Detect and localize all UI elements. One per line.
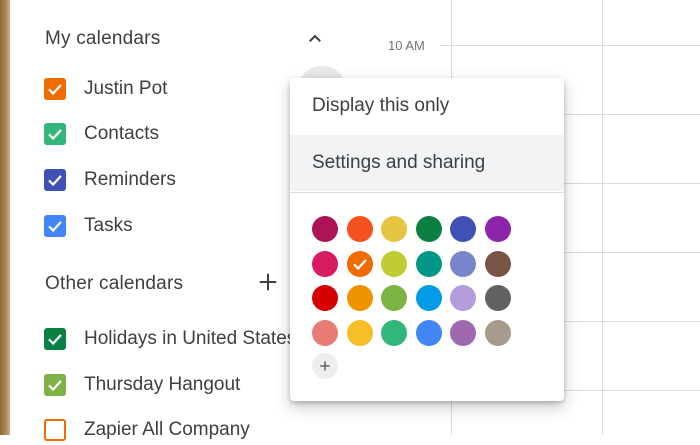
calendar-checkbox[interactable] xyxy=(44,123,66,145)
calendar-label: Holidays in United States xyxy=(84,328,297,349)
check-icon xyxy=(48,129,62,141)
color-swatch[interactable] xyxy=(381,216,407,242)
chevron-up-icon xyxy=(309,34,321,42)
calendar-label: Tasks xyxy=(84,215,133,236)
color-swatch[interactable] xyxy=(415,250,442,277)
hour-line xyxy=(564,252,700,253)
add-custom-color-button[interactable] xyxy=(312,353,338,379)
color-swatch[interactable] xyxy=(312,216,338,242)
calendar-item-contacts[interactable]: Contacts xyxy=(44,119,159,149)
color-swatch[interactable] xyxy=(346,250,373,277)
color-swatch[interactable] xyxy=(312,285,338,311)
color-swatch[interactable] xyxy=(346,216,373,242)
calendar-checkbox[interactable] xyxy=(44,374,66,396)
hour-line xyxy=(564,114,700,115)
color-swatch[interactable] xyxy=(450,250,476,277)
color-swatch[interactable] xyxy=(450,319,476,346)
color-swatch[interactable] xyxy=(415,285,442,311)
calendar-item-zapier[interactable]: Zapier All Company xyxy=(44,415,250,445)
plus-icon xyxy=(259,273,277,291)
hour-line xyxy=(440,45,700,46)
color-swatch[interactable] xyxy=(381,285,407,311)
check-icon xyxy=(48,380,62,392)
color-swatch[interactable] xyxy=(312,319,338,346)
menu-divider xyxy=(290,192,564,193)
calendar-label: Contacts xyxy=(84,123,159,144)
hour-line xyxy=(564,321,700,322)
color-swatch[interactable] xyxy=(381,319,407,346)
my-calendars-title: My calendars xyxy=(45,28,161,49)
color-swatch[interactable] xyxy=(450,216,476,242)
calendar-item-justin-pot[interactable]: Justin Pot xyxy=(44,74,167,104)
color-swatch[interactable] xyxy=(484,319,511,346)
calendar-item-tasks[interactable]: Tasks xyxy=(44,211,133,241)
calendar-label: Thursday Hangout xyxy=(84,374,241,395)
time-label: 10 AM xyxy=(388,38,425,53)
color-swatch[interactable] xyxy=(450,285,476,311)
hour-line xyxy=(564,183,700,184)
calendar-checkbox[interactable] xyxy=(44,169,66,191)
color-swatch[interactable] xyxy=(312,250,338,277)
add-other-calendar-button[interactable] xyxy=(253,267,283,297)
color-swatch[interactable] xyxy=(484,250,511,277)
display-this-only-item[interactable]: Display this only xyxy=(290,78,564,134)
calendar-checkbox[interactable] xyxy=(44,78,66,100)
calendar-checkbox[interactable] xyxy=(44,328,66,350)
settings-and-sharing-item[interactable]: Settings and sharing xyxy=(290,135,564,191)
check-icon xyxy=(48,334,62,346)
color-swatch[interactable] xyxy=(415,216,442,242)
calendar-item-thursday-hangout[interactable]: Thursday Hangout xyxy=(44,370,240,400)
hour-line xyxy=(564,390,700,391)
check-icon xyxy=(352,258,367,270)
check-icon xyxy=(48,175,62,187)
calendar-item-holidays[interactable]: Holidays in United States xyxy=(44,324,296,354)
color-swatch[interactable] xyxy=(484,216,511,242)
calendar-label: Reminders xyxy=(84,169,176,190)
calendar-label: Zapier All Company xyxy=(84,419,250,440)
color-swatch[interactable] xyxy=(346,285,373,311)
day-column-divider xyxy=(602,0,603,435)
check-icon xyxy=(48,84,62,96)
calendar-checkbox[interactable] xyxy=(44,215,66,237)
plus-icon xyxy=(320,361,330,371)
color-swatch[interactable] xyxy=(484,285,511,311)
calendar-label: Justin Pot xyxy=(84,78,168,99)
calendar-options-menu: Display this only Settings and sharing xyxy=(290,78,564,401)
check-icon xyxy=(48,221,62,233)
color-swatch[interactable] xyxy=(381,250,407,277)
color-swatch[interactable] xyxy=(415,319,442,346)
color-swatch[interactable] xyxy=(346,319,373,346)
calendar-checkbox[interactable] xyxy=(44,419,66,441)
window-edge xyxy=(0,0,10,435)
calendar-item-reminders[interactable]: Reminders xyxy=(44,165,176,195)
other-calendars-title: Other calendars xyxy=(45,273,184,294)
my-calendars-collapse-button[interactable] xyxy=(300,24,330,54)
